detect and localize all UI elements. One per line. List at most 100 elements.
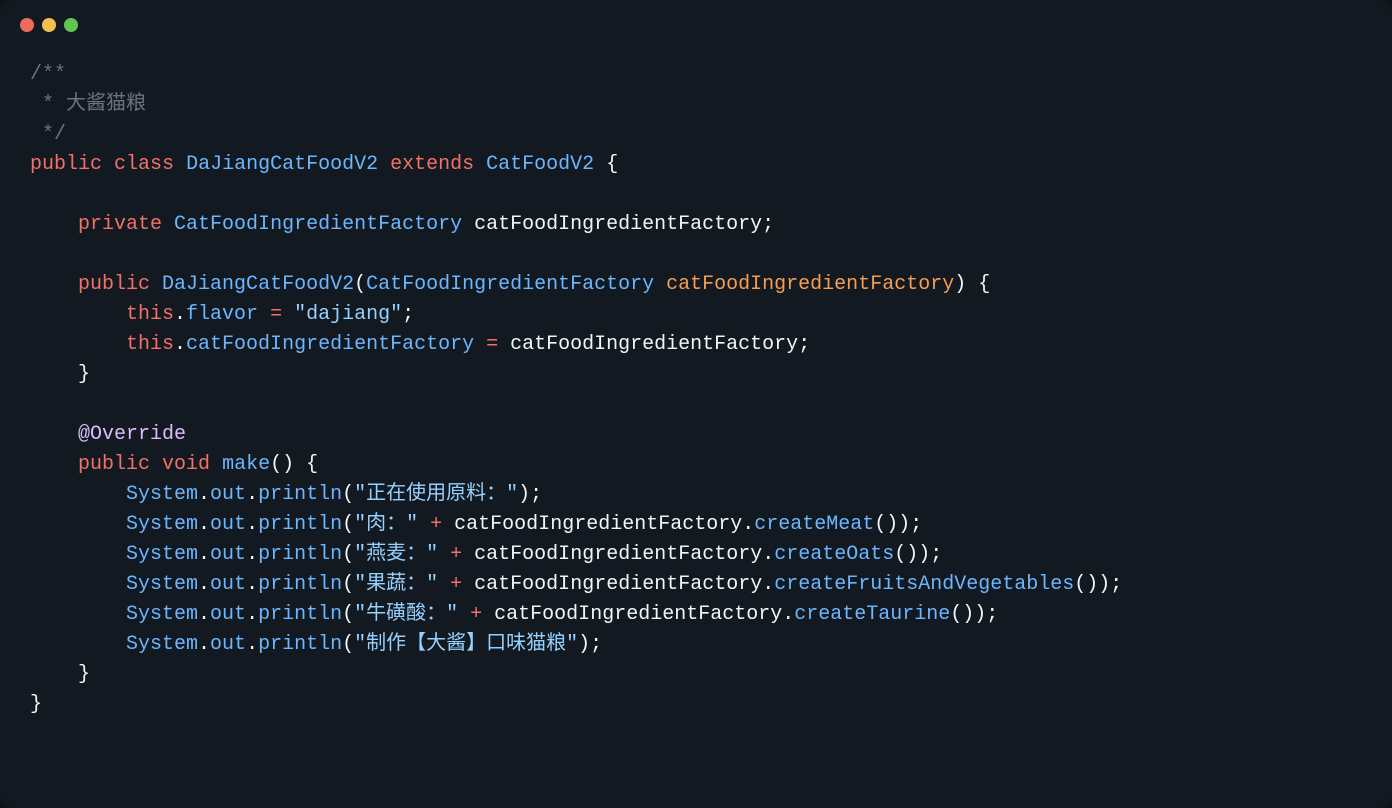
string-taurine: "牛磺酸：": [354, 603, 458, 626]
factory-ref: catFoodIngredientFactory: [494, 603, 782, 626]
dot: .: [198, 603, 210, 626]
println-method: println: [258, 543, 342, 566]
out-field: out: [210, 543, 246, 566]
string-using: "正在使用原料：": [354, 483, 518, 506]
dot: .: [762, 573, 774, 596]
brace-close: }: [30, 693, 42, 716]
keyword-this: this: [126, 303, 174, 326]
dot: .: [198, 513, 210, 536]
brace-open: {: [306, 453, 318, 476]
factory-ref: catFoodIngredientFactory: [474, 573, 762, 596]
constructor-name: DaJiangCatFoodV2: [162, 273, 354, 296]
paren-open: (: [342, 603, 354, 626]
paren-open: (: [342, 543, 354, 566]
param-name: catFoodIngredientFactory: [666, 273, 954, 296]
keyword-public: public: [30, 153, 102, 176]
code-editor-window: /** * 大酱猫粮 */ public class DaJiangCatFoo…: [0, 0, 1392, 808]
out-field: out: [210, 603, 246, 626]
window-titlebar: [0, 0, 1392, 50]
factory-ref: catFoodIngredientFactory: [474, 543, 762, 566]
annotation-override: @Override: [78, 423, 186, 446]
system-class: System: [126, 543, 198, 566]
assign-op: =: [486, 333, 498, 356]
paren-close-semi: ());: [874, 513, 922, 536]
method-make: make: [222, 453, 270, 476]
minimize-button[interactable]: [42, 18, 56, 32]
keyword-class: class: [114, 153, 174, 176]
create-meat: createMeat: [754, 513, 874, 536]
dot: .: [742, 513, 754, 536]
paren-open: (: [342, 573, 354, 596]
system-class: System: [126, 513, 198, 536]
assign-op: =: [270, 303, 282, 326]
dot: .: [246, 573, 258, 596]
brace-close: }: [78, 663, 90, 686]
out-field: out: [210, 633, 246, 656]
property-flavor: flavor: [186, 303, 258, 326]
string-fruits: "果蔬：": [354, 573, 438, 596]
brace-open: {: [978, 273, 990, 296]
dot: .: [174, 303, 186, 326]
comment-start: /**: [30, 63, 66, 86]
paren-open: (: [342, 513, 354, 536]
maximize-button[interactable]: [64, 18, 78, 32]
println-method: println: [258, 573, 342, 596]
keyword-extends: extends: [390, 153, 474, 176]
paren-open: (: [342, 633, 354, 656]
create-fruits: createFruitsAndVegetables: [774, 573, 1074, 596]
paren-close-semi: ());: [950, 603, 998, 626]
system-class: System: [126, 483, 198, 506]
dot: .: [246, 633, 258, 656]
paren-close-semi: ());: [1074, 573, 1122, 596]
semicolon: ;: [798, 333, 810, 356]
println-method: println: [258, 633, 342, 656]
keyword-public: public: [78, 273, 150, 296]
plus-op: +: [470, 603, 482, 626]
out-field: out: [210, 573, 246, 596]
dot: .: [246, 513, 258, 536]
brace-open: {: [606, 153, 618, 176]
paren-open: (: [354, 273, 366, 296]
println-method: println: [258, 483, 342, 506]
dot: .: [246, 543, 258, 566]
keyword-this: this: [126, 333, 174, 356]
keyword-void: void: [162, 453, 210, 476]
comment-body: * 大酱猫粮: [30, 93, 146, 116]
paren-open: (: [342, 483, 354, 506]
println-method: println: [258, 603, 342, 626]
paren-close: ): [954, 273, 966, 296]
code-content: /** * 大酱猫粮 */ public class DaJiangCatFoo…: [0, 50, 1392, 750]
dot: .: [782, 603, 794, 626]
keyword-private: private: [78, 213, 162, 236]
dot: .: [246, 483, 258, 506]
dot: .: [174, 333, 186, 356]
dot: .: [246, 603, 258, 626]
dot: .: [198, 633, 210, 656]
field-type: CatFoodIngredientFactory: [174, 213, 462, 236]
println-method: println: [258, 513, 342, 536]
dot: .: [198, 483, 210, 506]
string-dajiang: "dajiang": [294, 303, 402, 326]
dot: .: [762, 543, 774, 566]
string-making: "制作【大酱】口味猫粮": [354, 633, 578, 656]
param-ref: catFoodIngredientFactory: [510, 333, 798, 356]
paren-close-semi: );: [578, 633, 602, 656]
parent-class: CatFoodV2: [486, 153, 594, 176]
keyword-public: public: [78, 453, 150, 476]
string-meat: "肉：": [354, 513, 418, 536]
param-type: CatFoodIngredientFactory: [366, 273, 654, 296]
close-button[interactable]: [20, 18, 34, 32]
plus-op: +: [450, 543, 462, 566]
dot: .: [198, 573, 210, 596]
plus-op: +: [430, 513, 442, 536]
parens: (): [270, 453, 294, 476]
system-class: System: [126, 603, 198, 626]
create-oats: createOats: [774, 543, 894, 566]
system-class: System: [126, 573, 198, 596]
dot: .: [198, 543, 210, 566]
create-taurine: createTaurine: [794, 603, 950, 626]
comment-end: */: [30, 123, 66, 146]
string-oats: "燕麦：": [354, 543, 438, 566]
property-factory: catFoodIngredientFactory: [186, 333, 474, 356]
system-class: System: [126, 633, 198, 656]
